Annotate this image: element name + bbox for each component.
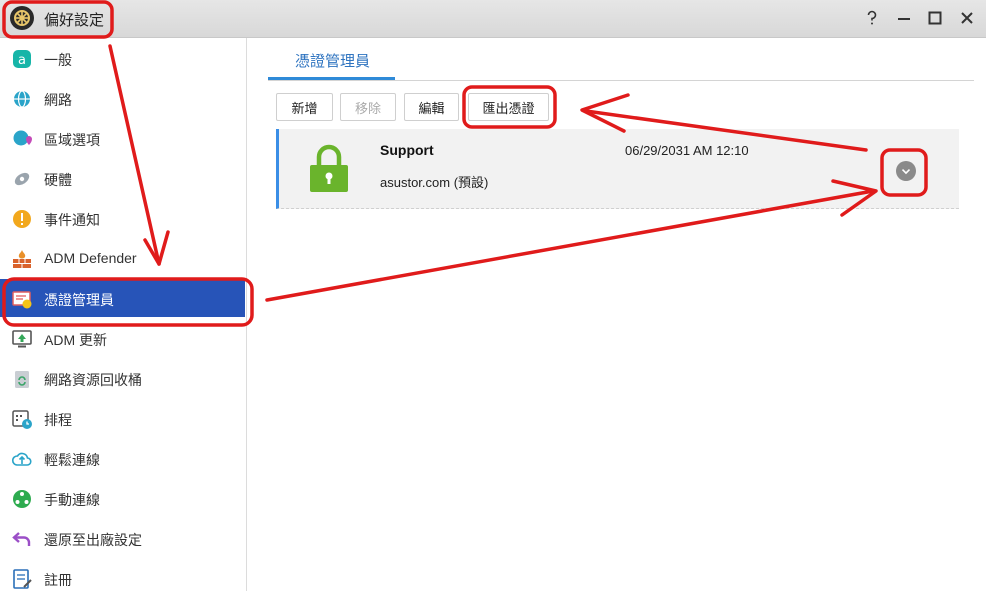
recycle-icon xyxy=(15,371,29,388)
svg-text:a: a xyxy=(18,53,26,68)
close-icon[interactable] xyxy=(957,8,977,28)
sidebar-item-adm-update[interactable]: ADM 更新 xyxy=(0,319,245,357)
firewall-icon xyxy=(13,250,31,268)
sidebar-item-easy-connect[interactable]: 輕鬆連線 xyxy=(0,439,245,477)
sidebar-item-manual-connect[interactable]: 手動連線 xyxy=(0,479,245,517)
settings-app-icon xyxy=(10,6,34,30)
maximize-icon[interactable] xyxy=(925,8,945,28)
export-certificate-button[interactable]: 匯出憑證 xyxy=(468,93,549,121)
window-title: 偏好設定 xyxy=(44,12,105,29)
sidebar-item-network-recycle-bin[interactable]: 網路資源回收桶 xyxy=(0,359,245,397)
certificate-domain: asustor.com (預設) xyxy=(380,175,489,190)
certificate-name: Support xyxy=(380,142,434,158)
sidebar: a 一般 網路 區域選項 硬體 事件通知 ADM Defender 憑證管理員 … xyxy=(0,38,247,591)
undo-icon xyxy=(12,532,31,546)
edit-button[interactable]: 編輯 xyxy=(404,93,459,121)
certificate-expiry: 06/29/2031 AM 12:10 xyxy=(625,143,749,158)
region-icon xyxy=(13,130,32,146)
update-icon xyxy=(12,330,32,348)
cloud-icon xyxy=(11,452,32,466)
chevron-down-icon[interactable] xyxy=(896,161,916,181)
lock-icon xyxy=(310,144,348,192)
sidebar-item-event-notification[interactable]: 事件通知 xyxy=(0,199,245,237)
register-icon xyxy=(13,569,32,589)
sidebar-item-register[interactable]: 註冊 xyxy=(0,559,245,597)
title-bar: 偏好設定 xyxy=(0,0,986,38)
sidebar-item-certificate-manager[interactable]: 憑證管理員 xyxy=(0,279,245,317)
tab-divider xyxy=(268,80,974,81)
general-icon: a xyxy=(13,50,31,68)
network-icon xyxy=(13,490,31,508)
remove-button[interactable]: 移除 xyxy=(340,93,396,121)
sidebar-item-schedule[interactable]: 排程 xyxy=(0,399,245,437)
sidebar-item-region[interactable]: 區域選項 xyxy=(0,119,245,157)
certificate-icon xyxy=(12,291,32,309)
sidebar-item-adm-defender[interactable]: ADM Defender xyxy=(0,239,245,277)
schedule-icon xyxy=(12,410,32,429)
globe-icon xyxy=(14,90,30,108)
add-button[interactable]: 新增 xyxy=(276,93,333,121)
minimize-icon[interactable] xyxy=(894,8,914,28)
sidebar-item-factory-reset[interactable]: 還原至出廠設定 xyxy=(0,519,245,557)
certificate-row[interactable] xyxy=(276,129,959,209)
sidebar-item-network[interactable]: 網路 xyxy=(0,79,245,117)
sidebar-item-general[interactable]: a 一般 xyxy=(0,39,245,77)
help-icon[interactable] xyxy=(862,8,882,28)
hardware-icon xyxy=(14,172,30,186)
alert-icon xyxy=(13,210,31,228)
sidebar-item-hardware[interactable]: 硬體 xyxy=(0,159,245,197)
tab-certificate-manager[interactable]: 憑證管理員 xyxy=(268,38,395,80)
